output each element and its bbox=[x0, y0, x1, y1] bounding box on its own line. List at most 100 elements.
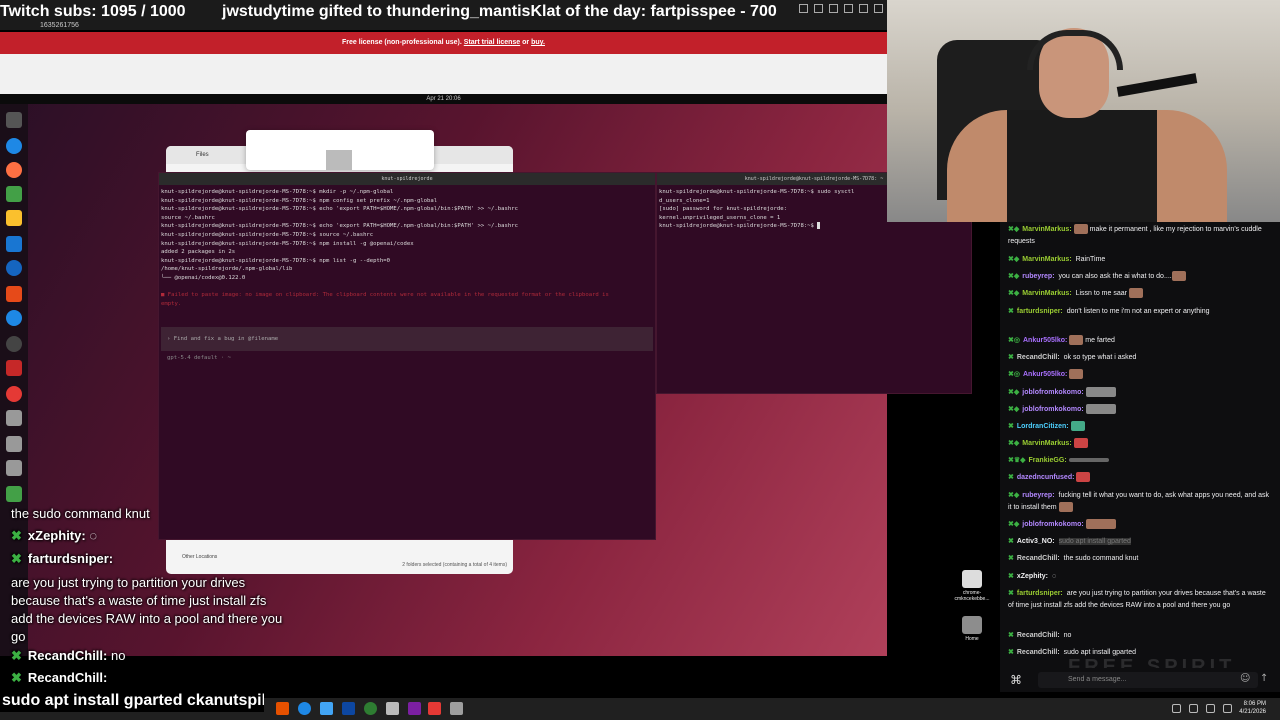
chat-username[interactable]: Ankur505lko: bbox=[1023, 371, 1067, 378]
chat-username[interactable]: rubeyrep: bbox=[1022, 492, 1054, 499]
desktop-icon-home[interactable]: Home bbox=[952, 616, 992, 642]
chat-username[interactable]: MarvinMarkus: bbox=[1022, 440, 1071, 447]
network-icon[interactable] bbox=[1206, 704, 1215, 713]
chat-username[interactable]: MarvinMarkus: bbox=[1022, 226, 1071, 233]
whatsapp-taskbar-icon[interactable] bbox=[364, 702, 377, 715]
sub-badge-icon: ✖◆ bbox=[1008, 406, 1020, 413]
vm-window-controls bbox=[799, 4, 883, 13]
chat-username[interactable]: dazedncunfused: bbox=[1017, 474, 1075, 481]
chat-username[interactable]: RecandChill: bbox=[1017, 649, 1060, 656]
volume-icon[interactable] bbox=[1223, 704, 1232, 713]
taskbar-app-icon[interactable] bbox=[276, 702, 289, 715]
chat-message: ✖♛◆ FrankieGG: bbox=[1008, 455, 1270, 467]
gnome-top-bar-clock[interactable]: Apr 21 20:06 bbox=[0, 94, 887, 104]
send-icon[interactable]: ↑ bbox=[1260, 673, 1268, 684]
chat-username[interactable]: RecandChill: bbox=[1017, 632, 1060, 639]
trash-dock-icon[interactable] bbox=[6, 486, 22, 502]
desktop-icon-chrome-app[interactable]: chrome-cmkncekebbe... bbox=[952, 570, 992, 602]
maximize-icon[interactable] bbox=[859, 4, 868, 13]
software-dock-icon[interactable] bbox=[6, 286, 22, 302]
overlay-chat-text: no bbox=[111, 648, 126, 663]
sub-badge-icon: ✖◆ bbox=[1008, 440, 1020, 447]
tray-icon[interactable] bbox=[1172, 704, 1181, 713]
browser-dock-icon[interactable] bbox=[6, 138, 22, 154]
app-dock-icon[interactable] bbox=[6, 260, 22, 276]
chat-username[interactable]: Activ3_NO: bbox=[1017, 538, 1055, 545]
sub-badge-icon: ✖ bbox=[1008, 308, 1014, 315]
app-dock-icon[interactable] bbox=[6, 360, 22, 376]
taskbar-app-icon[interactable] bbox=[386, 702, 399, 715]
chat-username[interactable]: RecandChill: bbox=[1017, 354, 1060, 361]
terminal-dock-icon[interactable] bbox=[6, 112, 22, 128]
chat-username[interactable]: LordranCitizen: bbox=[1017, 423, 1069, 430]
app-dock-icon[interactable] bbox=[6, 186, 22, 202]
terminal-line: └── @openai/codex@0.122.0 bbox=[161, 274, 246, 281]
vm-control-icon[interactable] bbox=[814, 4, 823, 13]
sub-badge-icon: ✖◆ bbox=[1008, 389, 1020, 396]
chat-username[interactable]: joblofromkokomo: bbox=[1022, 521, 1083, 528]
terminal-window-codex[interactable]: knut-spildrejorde knut-spildrejorde@knut… bbox=[158, 172, 656, 540]
sub-badge-icon: ✖ bbox=[1008, 573, 1014, 580]
sub-count: Twitch subs: 1095 / 1000 bbox=[0, 3, 186, 20]
chat-username[interactable]: joblofromkokomo: bbox=[1022, 406, 1083, 413]
chat-message-input[interactable]: Send a message... bbox=[1038, 672, 1258, 688]
chat-username[interactable]: xZephity: bbox=[1017, 573, 1048, 580]
tray-icon[interactable] bbox=[1189, 704, 1198, 713]
edge-taskbar-icon[interactable] bbox=[298, 702, 311, 715]
chat-message: ✖◆ joblofromkokomo: bbox=[1008, 387, 1270, 399]
taskbar-app-icon[interactable] bbox=[342, 702, 355, 715]
buy-link[interactable]: buy. bbox=[531, 39, 545, 46]
help-dock-icon[interactable] bbox=[6, 310, 22, 326]
chat-username[interactable]: joblofromkokomo: bbox=[1022, 389, 1083, 396]
emote-picker-icon[interactable]: ☺ bbox=[1240, 673, 1250, 684]
codex-prompt-input[interactable]: › Find and fix a bug in @filename bbox=[161, 327, 653, 351]
command-icon[interactable]: ⌘ bbox=[1010, 673, 1022, 687]
trial-license-link[interactable]: Start trial license bbox=[464, 39, 520, 46]
sub-badge-icon: ✖ bbox=[1008, 632, 1014, 639]
chat-username[interactable]: FrankieGG: bbox=[1029, 457, 1067, 464]
chat-message: ✖ Activ3_NO: sudo apt install gparted bbox=[1008, 536, 1270, 548]
microphone bbox=[1116, 73, 1198, 97]
app-dock-icon[interactable] bbox=[6, 460, 22, 476]
chat-message: ✖ RecandChill: no bbox=[1008, 630, 1270, 642]
settings-dock-icon[interactable] bbox=[6, 336, 22, 352]
chat-input-bar: ⌘ Send a message... ☺ ↑ bbox=[1000, 668, 1280, 692]
taskbar-app-icon[interactable] bbox=[428, 702, 441, 715]
chat-username[interactable]: farturdsniper: bbox=[1017, 308, 1063, 315]
loading-spinner-icon: ◌ bbox=[89, 528, 98, 543]
chrome-dock-icon[interactable] bbox=[6, 386, 22, 402]
clock[interactable]: 8:06 PM 4/21/2026 bbox=[1239, 700, 1266, 716]
taskbar-app-icon[interactable] bbox=[408, 702, 421, 715]
codex-model-status: gpt-5.4 default · ~ bbox=[167, 355, 231, 361]
chat-username[interactable]: farturdsniper: bbox=[1017, 590, 1063, 597]
chat-username[interactable]: rubeyrep: bbox=[1022, 273, 1054, 280]
app-dock-icon[interactable] bbox=[6, 410, 22, 426]
app-dock-icon[interactable] bbox=[6, 236, 22, 252]
other-locations-item[interactable]: Other Locations bbox=[182, 554, 217, 560]
vm-control-icon[interactable] bbox=[799, 4, 808, 13]
taskbar-app-icon[interactable] bbox=[450, 702, 463, 715]
chat-message: ✖ RecandChill: ok so type what i asked bbox=[1008, 352, 1270, 364]
emote-icon bbox=[1073, 438, 1088, 449]
emote-icon bbox=[1076, 472, 1091, 483]
firefox-dock-icon[interactable] bbox=[6, 162, 22, 178]
streamer-tank-top bbox=[1007, 110, 1157, 222]
terminal-error: ■ Failed to paste image: no image on cli… bbox=[161, 292, 609, 307]
chat-username[interactable]: Ankur505lko: bbox=[1023, 337, 1067, 344]
taskbar-app-icon[interactable] bbox=[320, 702, 333, 715]
terminal-line: /home/knut-spildrejorde/.npm-global/lib bbox=[161, 266, 293, 273]
minimize-icon[interactable] bbox=[844, 4, 853, 13]
sub-badge-icon: ✖◎ bbox=[1008, 371, 1020, 378]
sub-badge-icon: ✖◆ bbox=[1008, 256, 1020, 263]
vm-control-icon[interactable] bbox=[829, 4, 838, 13]
twitch-chat[interactable]: ✖◆ MarvinMarkus: make it permanent , like… bbox=[1000, 222, 1280, 668]
emote-icon bbox=[1069, 369, 1084, 380]
chat-username[interactable]: MarvinMarkus: bbox=[1022, 290, 1071, 297]
app-dock-icon[interactable] bbox=[6, 210, 22, 226]
chat-username[interactable]: MarvinMarkus: bbox=[1022, 256, 1071, 263]
app-dock-icon[interactable] bbox=[6, 436, 22, 452]
chat-username[interactable]: RecandChill: bbox=[1017, 555, 1060, 562]
sub-badge-icon: ✖ bbox=[1008, 423, 1014, 430]
chat-text: me farted bbox=[1085, 337, 1115, 344]
close-icon[interactable] bbox=[874, 4, 883, 13]
